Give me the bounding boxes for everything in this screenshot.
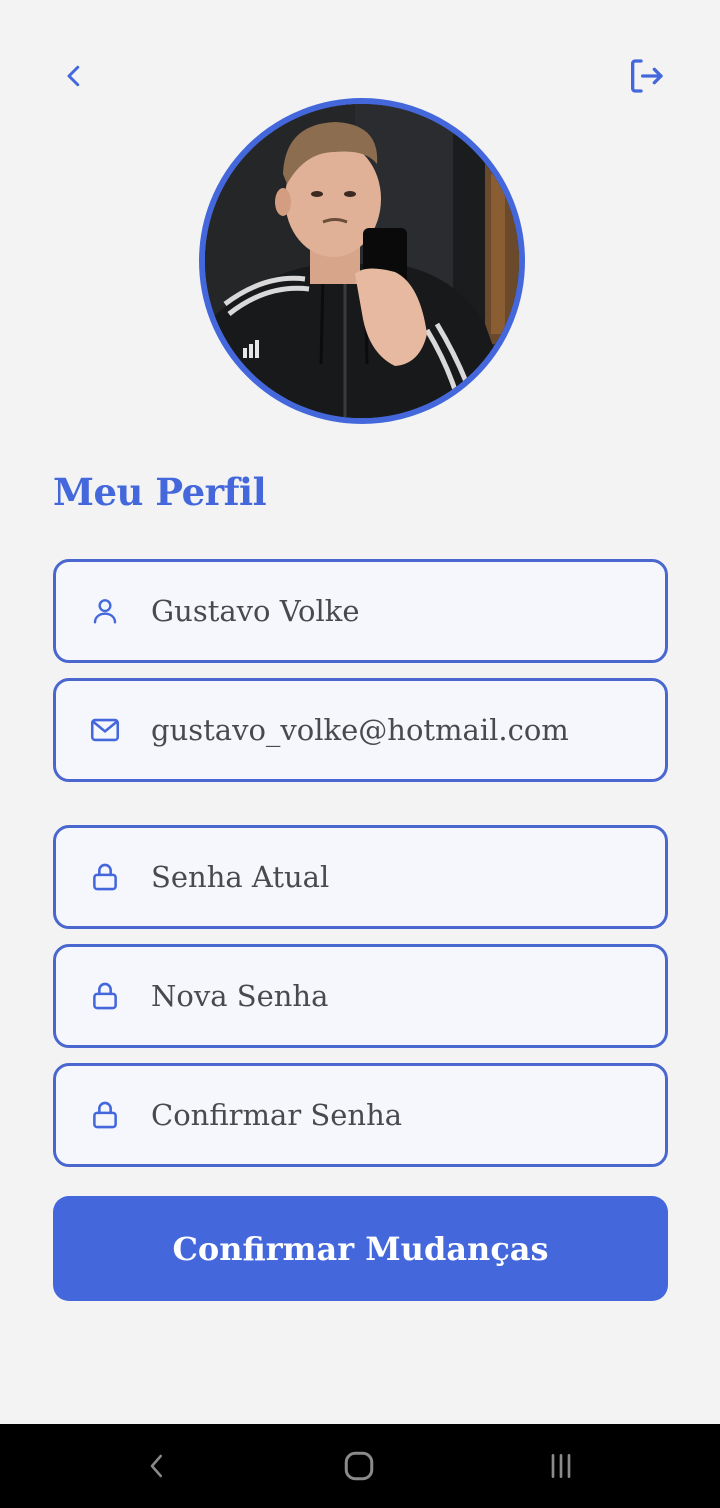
email-field[interactable]: [53, 678, 668, 782]
current-password-input[interactable]: [151, 860, 621, 894]
nav-recents-button[interactable]: [537, 1442, 585, 1490]
back-button[interactable]: [50, 52, 98, 100]
lock-icon: [87, 978, 123, 1014]
new-password-field[interactable]: [53, 944, 668, 1048]
nav-recents-icon: [551, 1454, 571, 1478]
confirm-password-input[interactable]: [151, 1098, 621, 1132]
confirm-password-field[interactable]: [53, 1063, 668, 1167]
system-nav-bar: [0, 1424, 720, 1508]
avatar[interactable]: [199, 98, 525, 424]
lock-icon: [87, 1097, 123, 1133]
email-input[interactable]: [151, 713, 621, 747]
page-title: Meu Perfil: [53, 470, 267, 514]
current-password-field[interactable]: [53, 825, 668, 929]
nav-back-icon: [150, 1454, 162, 1478]
lock-icon: [87, 859, 123, 895]
logout-icon: [631, 59, 663, 93]
name-field[interactable]: [53, 559, 668, 663]
user-icon: [87, 593, 123, 629]
nav-home-icon: [344, 1451, 374, 1481]
profile-photo: [205, 104, 519, 418]
mail-icon: [87, 712, 123, 748]
confirm-changes-button[interactable]: Confirmar Mudanças: [53, 1196, 668, 1301]
nav-home-button[interactable]: [335, 1442, 383, 1490]
name-input[interactable]: [151, 594, 621, 628]
nav-back-button[interactable]: [133, 1442, 181, 1490]
chevron-left-icon: [67, 65, 80, 87]
new-password-input[interactable]: [151, 979, 621, 1013]
logout-button[interactable]: [622, 52, 670, 100]
